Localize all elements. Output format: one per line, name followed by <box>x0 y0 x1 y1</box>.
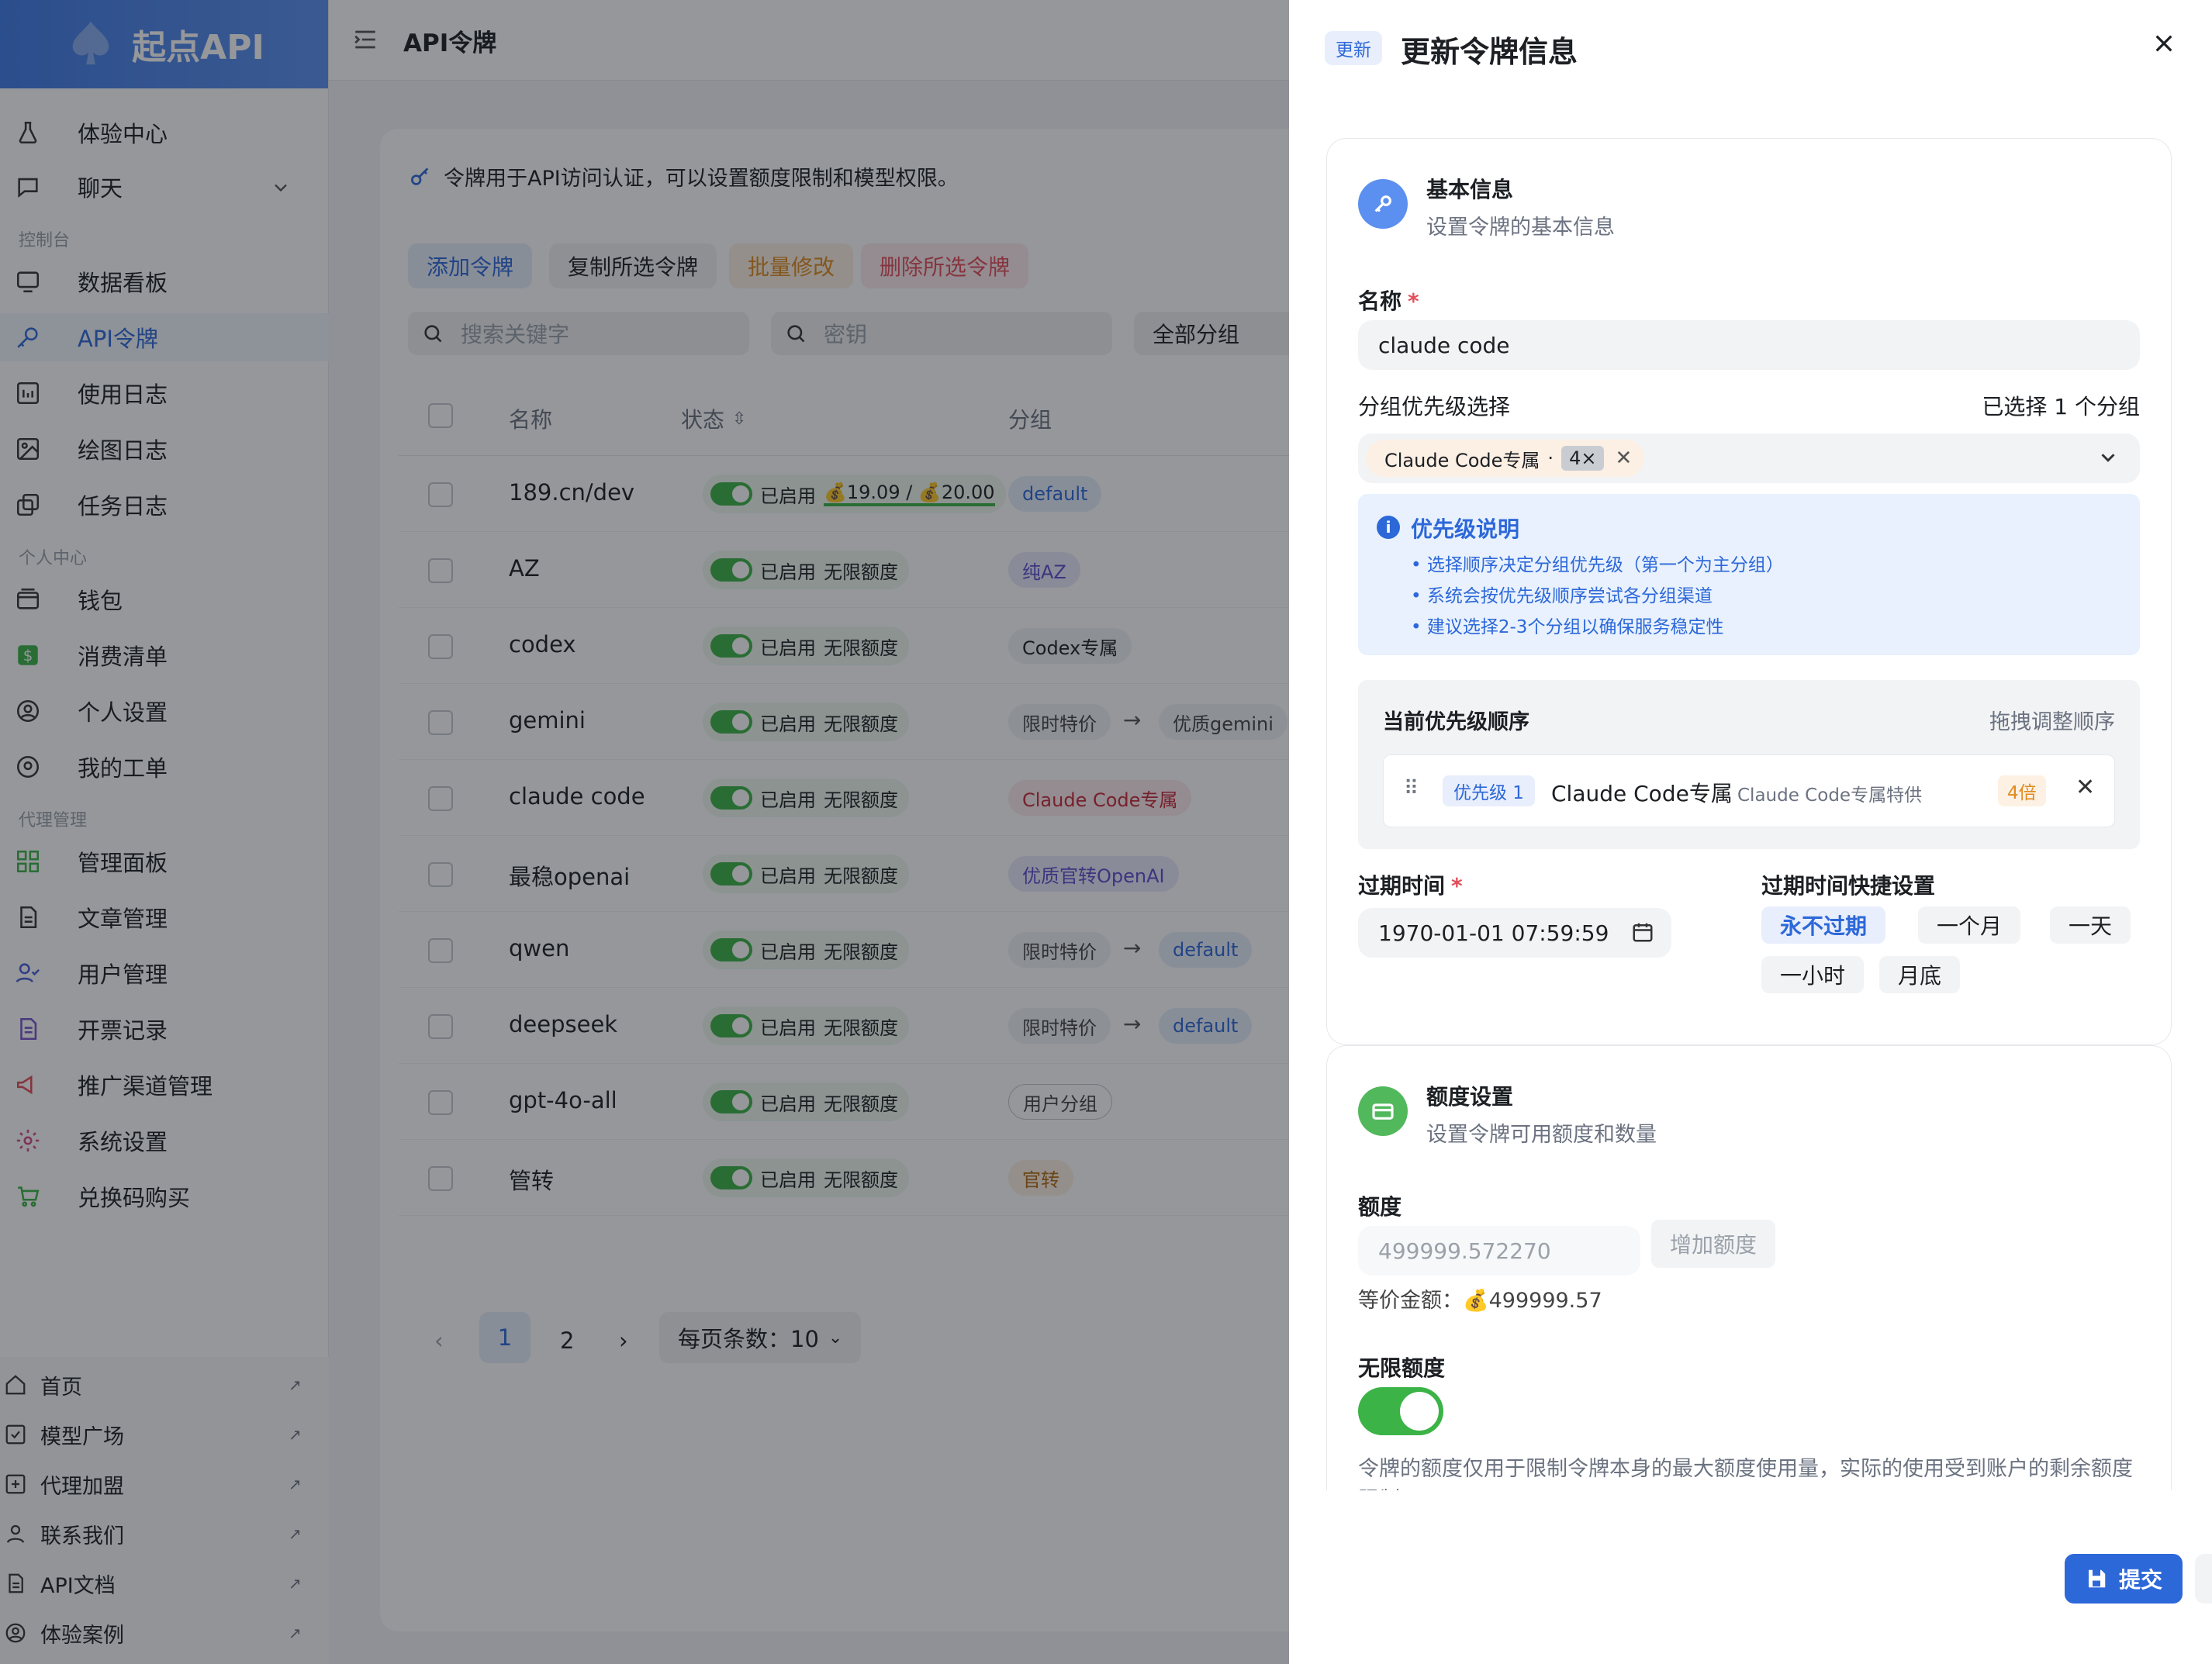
priority-order-box: 当前优先级顺序 拖拽调整顺序 ⠿ 优先级 1 Claude Code专属 Cla… <box>1358 680 2140 849</box>
quick-expire-label: 过期时间快捷设置 <box>1761 873 1936 899</box>
group-chip-label: Claude Code专属 <box>1384 449 1540 471</box>
basic-info-panel: 基本信息 设置令牌的基本信息 名称 * claude code 分组优先级选择 已… <box>1326 138 2172 1045</box>
edit-token-drawer: 更新 更新令牌信息 基本信息 设置令牌的基本信息 名称 * claude code… <box>1289 0 2212 1664</box>
quota-label: 额度 <box>1358 1194 1402 1220</box>
remove-chip-icon[interactable]: ✕ <box>1615 447 1632 470</box>
group-chip: Claude Code专属 · 4× ✕ <box>1366 440 1645 477</box>
priority-order-hint: 拖拽调整顺序 <box>1989 710 2115 734</box>
modal-overlay[interactable] <box>0 0 1289 1664</box>
group-chip-dot: · <box>1547 447 1554 469</box>
add-quota-button[interactable]: 增加额度 <box>1651 1220 1776 1268</box>
submit-label: 提交 <box>2119 1567 2163 1593</box>
unlimited-label: 无限额度 <box>1358 1355 1446 1381</box>
quota-subtitle: 设置令牌可用额度和数量 <box>1426 1123 1657 1147</box>
priority-mult-badge: 4倍 <box>1998 775 2046 806</box>
priority-info-box: i 优先级说明 • 选择顺序决定分组优先级（第一个为主分组） • 系统会按优先级… <box>1358 494 2140 655</box>
toggle-knob <box>1400 1392 1439 1431</box>
info-icon: i <box>1377 516 1400 539</box>
basic-info-subtitle: 设置令牌的基本信息 <box>1426 216 1615 240</box>
drag-handle-icon[interactable]: ⠿ <box>1404 777 1419 800</box>
priority-order-title: 当前优先级顺序 <box>1383 710 1529 734</box>
priority-info-line-3: • 建议选择2-3个分组以确保服务稳定性 <box>1411 617 1724 637</box>
quick-month-button[interactable]: 一个月 <box>1918 906 2021 944</box>
calendar-icon[interactable] <box>1631 920 1654 949</box>
quick-day-button[interactable]: 一天 <box>2050 906 2131 944</box>
close-icon[interactable] <box>2152 31 2179 59</box>
expire-label: 过期时间 * <box>1358 869 1463 900</box>
priority-group-desc: Claude Code专属特供 <box>1737 785 1923 806</box>
submit-button[interactable]: 提交 <box>2065 1554 2183 1604</box>
basic-info-title: 基本信息 <box>1426 177 1514 202</box>
name-input[interactable]: claude code <box>1358 320 2140 370</box>
key-icon <box>1358 179 1408 229</box>
drawer-title: 更新令牌信息 <box>1401 35 1578 69</box>
quick-hour-button[interactable]: 一小时 <box>1761 956 1865 993</box>
priority-info-line-1: • 选择顺序决定分组优先级（第一个为主分组） <box>1411 555 1784 575</box>
name-label: 名称 * <box>1358 285 1419 316</box>
expire-label-text: 过期时间 <box>1358 873 1446 899</box>
priority-order-item[interactable]: ⠿ 优先级 1 Claude Code专属 Claude Code专属特供 4倍… <box>1383 754 2115 827</box>
credit-card-icon <box>1358 1086 1408 1136</box>
required-mark: * <box>1408 288 1419 314</box>
required-mark: * <box>1451 873 1463 899</box>
priority-info-title: 优先级说明 <box>1411 516 1520 542</box>
save-icon <box>2089 1569 2106 1588</box>
priority-info-line-2: • 系统会按优先级顺序尝试各分组渠道 <box>1411 586 1713 606</box>
unlimited-toggle[interactable] <box>1358 1387 1443 1435</box>
expire-value: 1970-01-01 07:59:59 <box>1378 920 1609 946</box>
name-label-text: 名称 <box>1358 288 1402 314</box>
group-chip-mult: 4× <box>1561 446 1605 471</box>
cancel-button[interactable]: ✕ 取消 <box>2195 1554 2212 1604</box>
quota-panel: 额度设置 设置令牌可用额度和数量 额度 499999.572270 增加额度 等… <box>1326 1045 2172 1490</box>
quota-title: 额度设置 <box>1426 1084 1514 1110</box>
update-badge: 更新 <box>1325 31 1382 65</box>
unlimited-note: 令牌的额度仅用于限制令牌本身的最大额度使用量，实际的使用受到账户的剩余额度限制 <box>1358 1457 2133 1490</box>
quota-input[interactable]: 499999.572270 <box>1358 1226 1640 1276</box>
priority-badge: 优先级 1 <box>1443 775 1535 806</box>
quick-month-end-button[interactable]: 月底 <box>1879 956 1961 993</box>
group-selected-count: 已选择 1 个分组 <box>1982 394 2140 419</box>
remove-priority-icon[interactable]: ✕ <box>2075 774 2095 801</box>
chevron-down-icon[interactable] <box>2096 446 2120 475</box>
group-select[interactable]: Claude Code专属 · 4× ✕ <box>1358 433 2140 483</box>
equivalent-amount: 等价金额：💰499999.57 <box>1358 1289 1602 1313</box>
group-priority-label: 分组优先级选择 <box>1358 394 1511 419</box>
priority-group-name: Claude Code专属 <box>1551 781 1733 806</box>
quick-never-button[interactable]: 永不过期 <box>1761 906 1886 944</box>
expire-input[interactable]: 1970-01-01 07:59:59 <box>1358 908 1671 958</box>
